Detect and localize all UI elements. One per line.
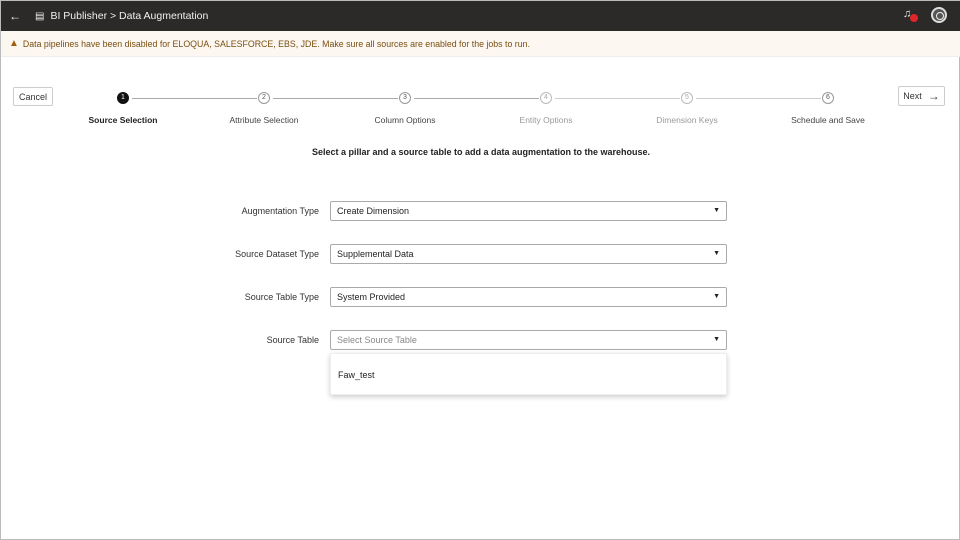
chevron-down-icon: ▼ bbox=[713, 293, 720, 300]
next-button[interactable]: Next → bbox=[898, 86, 945, 106]
source-dataset-type-select[interactable]: Supplemental Data ▼ bbox=[330, 244, 727, 264]
step-number: 3 bbox=[399, 92, 411, 104]
field-label: Source Table Type bbox=[244, 292, 319, 302]
step-label: Schedule and Save bbox=[791, 115, 865, 125]
source-dataset-type-row: Source Dataset Type Supplemental Data ▼ bbox=[1, 244, 960, 264]
step-dimension-keys: 5 Dimension Keys bbox=[617, 92, 757, 125]
chevron-down-icon: ▼ bbox=[713, 250, 720, 257]
field-label: Source Table bbox=[266, 335, 319, 345]
top-bar: ← ▤ BI Publisher > Data Augmentation ♫ bbox=[1, 1, 960, 31]
select-value: Create Dimension bbox=[337, 206, 410, 216]
step-label: Dimension Keys bbox=[656, 115, 718, 125]
back-arrow-icon[interactable]: ← bbox=[9, 9, 21, 23]
source-table-dropdown: Faw_test bbox=[330, 353, 727, 395]
notification-badge bbox=[910, 14, 918, 22]
source-table-type-select[interactable]: System Provided ▼ bbox=[330, 287, 727, 307]
augmentation-type-select[interactable]: Create Dimension ▼ bbox=[330, 201, 727, 221]
source-table-type-row: Source Table Type System Provided ▼ bbox=[1, 287, 960, 307]
step-label: Column Options bbox=[374, 115, 436, 125]
step-number: 2 bbox=[258, 92, 270, 104]
step-schedule-and-save[interactable]: 6 Schedule and Save bbox=[758, 92, 898, 125]
step-label: Attribute Selection bbox=[229, 115, 299, 125]
source-table-select[interactable]: Select Source Table ▼ bbox=[330, 330, 727, 350]
next-label: Next bbox=[903, 91, 922, 101]
step-attribute-selection[interactable]: 2 Attribute Selection bbox=[194, 92, 334, 125]
chevron-down-icon: ▼ bbox=[713, 336, 720, 343]
select-value: System Provided bbox=[337, 292, 406, 302]
select-placeholder: Select Source Table bbox=[337, 335, 417, 345]
warning-banner: ▲ Data pipelines have been disabled for … bbox=[1, 31, 960, 57]
warning-icon: ▲ bbox=[9, 38, 19, 49]
chevron-down-icon: ▼ bbox=[713, 207, 720, 214]
cancel-button[interactable]: Cancel bbox=[13, 87, 53, 106]
document-icon: ▤ bbox=[35, 10, 45, 22]
arrow-right-icon: → bbox=[927, 89, 940, 103]
field-label: Source Dataset Type bbox=[235, 249, 319, 259]
step-label: Source Selection bbox=[88, 115, 158, 125]
step-source-selection[interactable]: 1 Source Selection bbox=[53, 92, 193, 125]
cancel-label: Cancel bbox=[18, 91, 47, 102]
step-entity-options: 4 Entity Options bbox=[476, 92, 616, 125]
instruction-text: Select a pillar and a source table to ad… bbox=[311, 147, 651, 157]
breadcrumb: BI Publisher > Data Augmentation bbox=[50, 10, 209, 22]
user-avatar[interactable] bbox=[931, 7, 947, 23]
step-label: Entity Options bbox=[519, 115, 573, 125]
step-column-options[interactable]: 3 Column Options bbox=[335, 92, 475, 125]
step-number: 6 bbox=[822, 92, 834, 104]
select-value: Supplemental Data bbox=[337, 249, 414, 259]
source-table-row: Source Table Select Source Table ▼ bbox=[1, 330, 960, 350]
warning-text: Data pipelines have been disabled for EL… bbox=[22, 38, 530, 49]
augmentation-type-row: Augmentation Type Create Dimension ▼ bbox=[1, 201, 960, 221]
dropdown-option[interactable]: Faw_test bbox=[338, 370, 375, 380]
field-label: Augmentation Type bbox=[241, 206, 319, 216]
step-number: 5 bbox=[681, 92, 693, 104]
step-number: 1 bbox=[117, 92, 129, 104]
step-number: 4 bbox=[540, 92, 552, 104]
